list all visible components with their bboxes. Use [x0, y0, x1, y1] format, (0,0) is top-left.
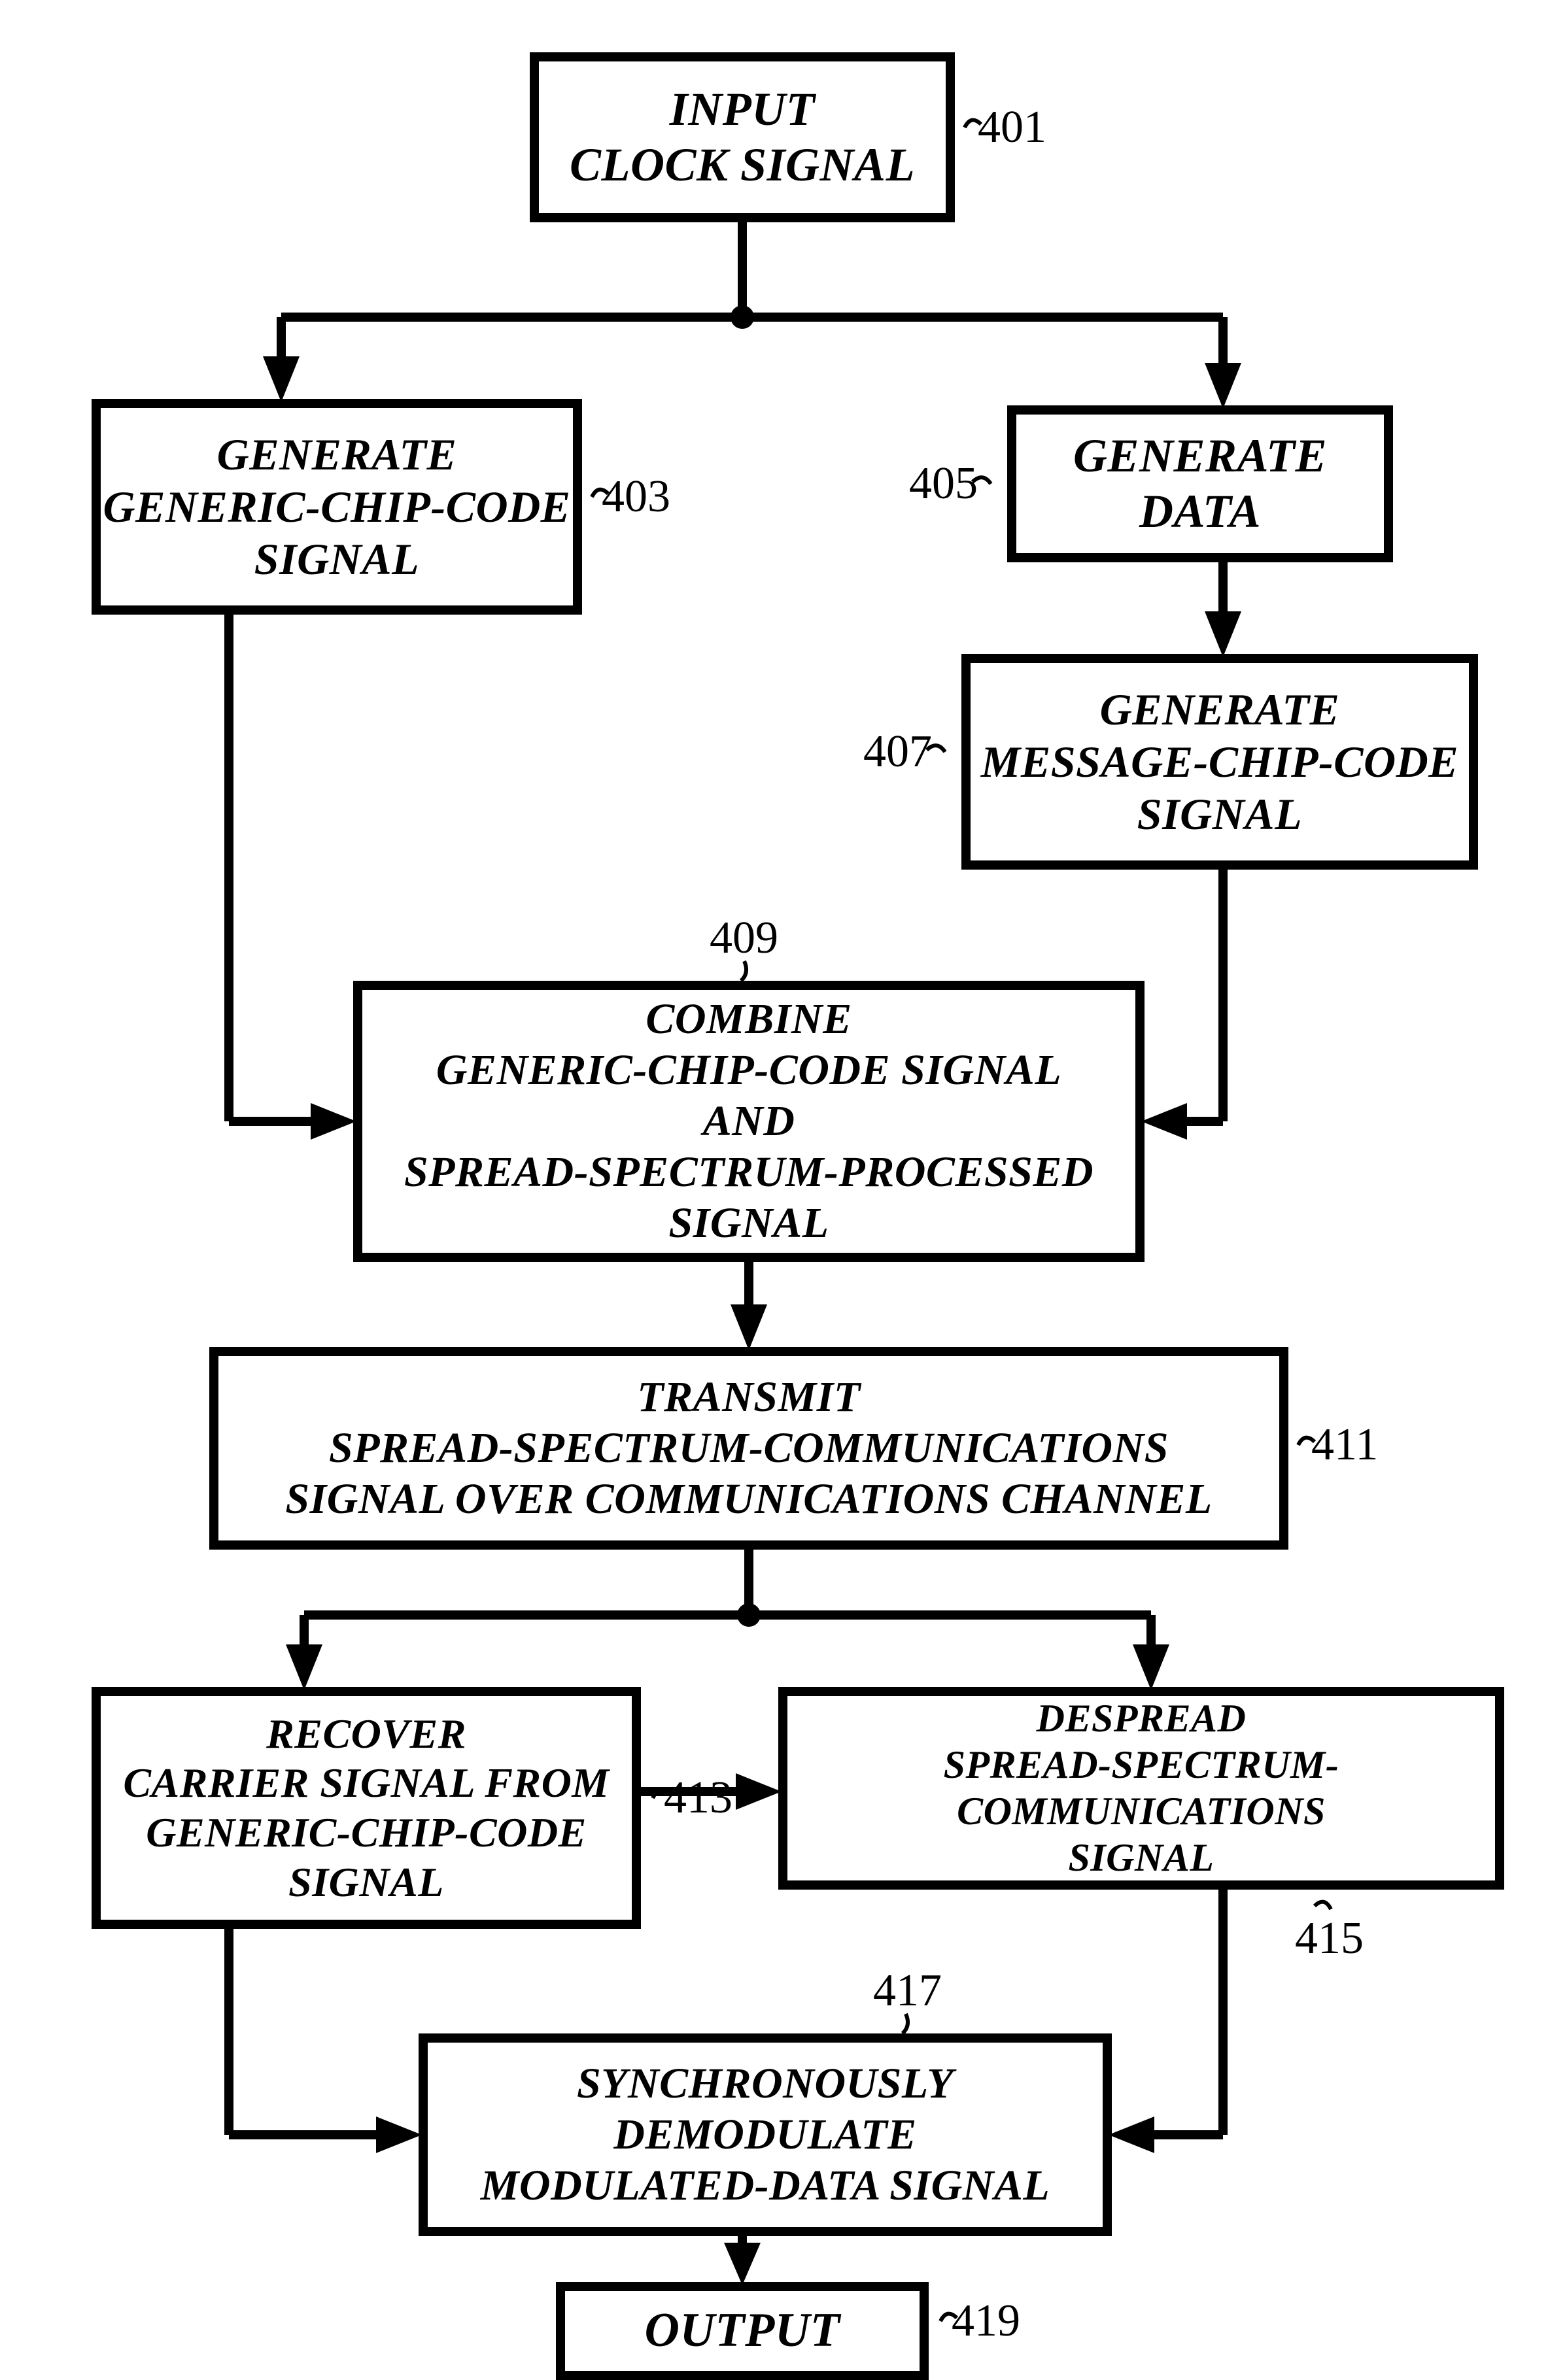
flowchart-canvas: INPUT CLOCK SIGNAL GENERATE GENERIC-CHIP…	[0, 0, 1567, 2380]
ref-403: 403	[602, 471, 670, 523]
block-output: OUTPUT	[556, 2282, 929, 2380]
block-despread: DESPREAD SPREAD-SPECTRUM-COMMUNICATIONS …	[778, 1687, 1504, 1890]
ref-419: 419	[952, 2295, 1020, 2347]
block-transmit: TRANSMIT SPREAD-SPECTRUM-COMMUNICATIONS …	[209, 1347, 1288, 1550]
block-text: GENERATE DATA	[1073, 428, 1327, 539]
ref-411: 411	[1311, 1419, 1378, 1471]
block-text: DESPREAD SPREAD-SPECTRUM-COMMUNICATIONS …	[787, 1695, 1495, 1880]
block-text: OUTPUT	[645, 2302, 840, 2359]
block-text: COMBINE GENERIC-CHIP-CODE SIGNAL AND SPR…	[404, 994, 1093, 1248]
block-combine-signals: COMBINE GENERIC-CHIP-CODE SIGNAL AND SPR…	[353, 981, 1145, 1262]
block-text: INPUT CLOCK SIGNAL	[570, 82, 915, 193]
block-text: GENERATE GENERIC-CHIP-CODE SIGNAL	[103, 428, 570, 586]
ref-409: 409	[710, 912, 778, 964]
block-text: SYNCHRONOUSLY DEMODULATE MODULATED-DATA …	[481, 2058, 1050, 2211]
ref-407: 407	[863, 726, 932, 778]
ref-413: 413	[664, 1772, 732, 1824]
block-input-clock-signal: INPUT CLOCK SIGNAL	[530, 52, 955, 222]
block-synchronously-demodulate: SYNCHRONOUSLY DEMODULATE MODULATED-DATA …	[419, 2033, 1112, 2236]
block-recover-carrier: RECOVER CARRIER SIGNAL FROM GENERIC-CHIP…	[92, 1687, 641, 1929]
block-text: RECOVER CARRIER SIGNAL FROM GENERIC-CHIP…	[123, 1709, 609, 1907]
block-text: TRANSMIT SPREAD-SPECTRUM-COMMUNICATIONS …	[285, 1372, 1212, 1525]
ref-415: 415	[1295, 1912, 1364, 1965]
block-text: GENERATE MESSAGE-CHIP-CODE SIGNAL	[981, 683, 1458, 841]
block-generate-generic-chip-code: GENERATE GENERIC-CHIP-CODE SIGNAL	[92, 399, 582, 615]
ref-405: 405	[909, 458, 978, 510]
block-generate-data: GENERATE DATA	[1007, 405, 1393, 562]
ref-417: 417	[873, 1965, 942, 2017]
block-generate-message-chip-code: GENERATE MESSAGE-CHIP-CODE SIGNAL	[961, 654, 1478, 870]
ref-401: 401	[978, 101, 1046, 154]
